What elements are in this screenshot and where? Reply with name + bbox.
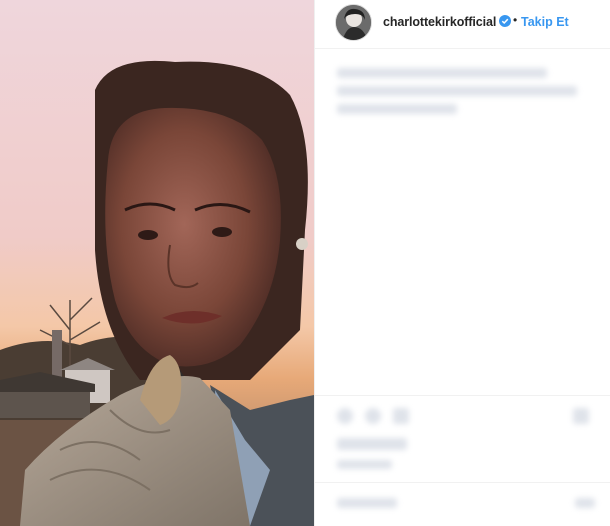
avatar[interactable] (335, 4, 372, 41)
separator-dot: • (513, 13, 518, 27)
post-photo-image (0, 0, 314, 526)
likes-count (337, 438, 407, 450)
comments-divider (315, 395, 610, 396)
add-comment-input[interactable] (337, 498, 397, 508)
post-photo[interactable] (0, 0, 314, 526)
follow-button[interactable]: Takip Et (521, 15, 569, 29)
verified-badge-icon (499, 15, 511, 27)
post-sidebar: charlottekirkofficial • Takip Et (314, 0, 610, 526)
post-date (337, 460, 392, 469)
heart-icon[interactable] (337, 408, 353, 424)
post-comment-button[interactable] (575, 498, 595, 508)
caption-line-2 (337, 86, 577, 96)
avatar-image (336, 5, 371, 40)
caption-line-3 (337, 104, 457, 114)
username[interactable]: charlottekirkofficial (383, 15, 496, 29)
header-divider (315, 48, 610, 49)
caption-line-1 (337, 68, 547, 78)
add-comment-divider (315, 482, 610, 483)
bookmark-icon[interactable] (573, 408, 589, 424)
share-icon[interactable] (393, 408, 409, 424)
comment-icon[interactable] (365, 408, 381, 424)
post-header: charlottekirkofficial • Takip Et (315, 0, 610, 44)
